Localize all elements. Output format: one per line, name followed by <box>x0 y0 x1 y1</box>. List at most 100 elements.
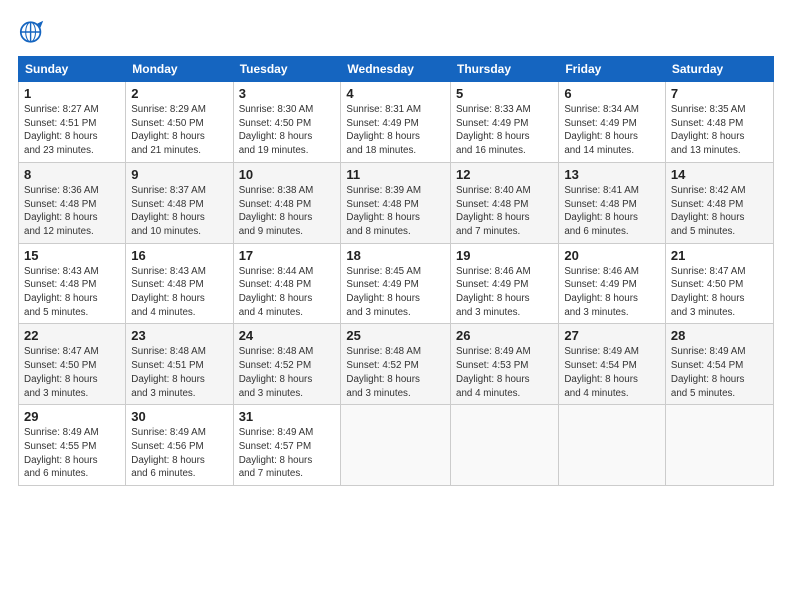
day-cell-13: 13 Sunrise: 8:41 AM Sunset: 4:48 PM Dayli… <box>559 162 666 243</box>
day-cell-4: 4 Sunrise: 8:31 AM Sunset: 4:49 PM Daylig… <box>341 82 451 163</box>
day-info: Sunrise: 8:49 AM Sunset: 4:53 PM Dayligh… <box>456 345 553 400</box>
day-number: 29 <box>24 409 120 424</box>
day-cell-20: 20 Sunrise: 8:46 AM Sunset: 4:49 PM Dayli… <box>559 243 666 324</box>
day-number: 1 <box>24 86 120 101</box>
day-info: Sunrise: 8:34 AM Sunset: 4:49 PM Dayligh… <box>564 103 660 158</box>
day-info: Sunrise: 8:35 AM Sunset: 4:48 PM Dayligh… <box>671 103 768 158</box>
header <box>18 18 774 46</box>
day-info: Sunrise: 8:48 AM Sunset: 4:52 PM Dayligh… <box>346 345 445 400</box>
day-number: 17 <box>239 248 336 263</box>
day-info: Sunrise: 8:42 AM Sunset: 4:48 PM Dayligh… <box>671 184 768 239</box>
weekday-tuesday: Tuesday <box>233 57 341 82</box>
day-number: 6 <box>564 86 660 101</box>
day-info: Sunrise: 8:46 AM Sunset: 4:49 PM Dayligh… <box>564 265 660 320</box>
day-number: 13 <box>564 167 660 182</box>
day-cell-17: 17Sunrise: 8:44 AM Sunset: 4:48 PM Dayli… <box>233 243 341 324</box>
day-number: 11 <box>346 167 445 182</box>
day-info: Sunrise: 8:33 AM Sunset: 4:49 PM Dayligh… <box>456 103 553 158</box>
day-info: Sunrise: 8:31 AM Sunset: 4:49 PM Dayligh… <box>346 103 445 158</box>
day-cell-5: 5 Sunrise: 8:33 AM Sunset: 4:49 PM Daylig… <box>451 82 559 163</box>
day-cell-26: 26 Sunrise: 8:49 AM Sunset: 4:53 PM Dayli… <box>451 324 559 405</box>
day-number: 23 <box>131 328 227 343</box>
week-row-4: 22 Sunrise: 8:47 AM Sunset: 4:50 PM Dayli… <box>19 324 774 405</box>
day-number: 10 <box>239 167 336 182</box>
day-cell-24: 24 Sunrise: 8:48 AM Sunset: 4:52 PM Dayli… <box>233 324 341 405</box>
day-info: Sunrise: 8:29 AM Sunset: 4:50 PM Dayligh… <box>131 103 227 158</box>
weekday-friday: Friday <box>559 57 666 82</box>
day-number: 20 <box>564 248 660 263</box>
day-cell-6: 6 Sunrise: 8:34 AM Sunset: 4:49 PM Daylig… <box>559 82 666 163</box>
day-cell-3: 3Sunrise: 8:30 AM Sunset: 4:50 PM Daylig… <box>233 82 341 163</box>
day-number: 30 <box>131 409 227 424</box>
day-info: Sunrise: 8:48 AM Sunset: 4:52 PM Dayligh… <box>239 345 336 400</box>
day-cell-31: 31 Sunrise: 8:49 AM Sunset: 4:57 PM Dayli… <box>233 405 341 486</box>
day-cell-29: 29 Sunrise: 8:49 AM Sunset: 4:55 PM Dayli… <box>19 405 126 486</box>
day-info: Sunrise: 8:40 AM Sunset: 4:48 PM Dayligh… <box>456 184 553 239</box>
day-number: 28 <box>671 328 768 343</box>
day-cell-2: 2Sunrise: 8:29 AM Sunset: 4:50 PM Daylig… <box>126 82 233 163</box>
day-info: Sunrise: 8:49 AM Sunset: 4:54 PM Dayligh… <box>671 345 768 400</box>
day-cell-14: 14 Sunrise: 8:42 AM Sunset: 4:48 PM Dayli… <box>665 162 773 243</box>
day-number: 12 <box>456 167 553 182</box>
day-cell-11: 11 Sunrise: 8:39 AM Sunset: 4:48 PM Dayli… <box>341 162 451 243</box>
week-row-3: 15 Sunrise: 8:43 AM Sunset: 4:48 PM Dayli… <box>19 243 774 324</box>
day-number: 7 <box>671 86 768 101</box>
empty-cell <box>341 405 451 486</box>
day-number: 14 <box>671 167 768 182</box>
calendar-table: SundayMondayTuesdayWednesdayThursdayFrid… <box>18 56 774 486</box>
day-info: Sunrise: 8:41 AM Sunset: 4:48 PM Dayligh… <box>564 184 660 239</box>
day-info: Sunrise: 8:47 AM Sunset: 4:50 PM Dayligh… <box>671 265 768 320</box>
day-info: Sunrise: 8:49 AM Sunset: 4:54 PM Dayligh… <box>564 345 660 400</box>
day-info: Sunrise: 8:49 AM Sunset: 4:56 PM Dayligh… <box>131 426 227 481</box>
page: SundayMondayTuesdayWednesdayThursdayFrid… <box>0 0 792 612</box>
day-number: 19 <box>456 248 553 263</box>
logo-icon <box>18 18 46 46</box>
day-number: 25 <box>346 328 445 343</box>
day-cell-23: 23 Sunrise: 8:48 AM Sunset: 4:51 PM Dayli… <box>126 324 233 405</box>
day-cell-10: 10 Sunrise: 8:38 AM Sunset: 4:48 PM Dayli… <box>233 162 341 243</box>
day-info: Sunrise: 8:39 AM Sunset: 4:48 PM Dayligh… <box>346 184 445 239</box>
day-cell-9: 9 Sunrise: 8:37 AM Sunset: 4:48 PM Daylig… <box>126 162 233 243</box>
day-cell-22: 22 Sunrise: 8:47 AM Sunset: 4:50 PM Dayli… <box>19 324 126 405</box>
day-info: Sunrise: 8:47 AM Sunset: 4:50 PM Dayligh… <box>24 345 120 400</box>
weekday-monday: Monday <box>126 57 233 82</box>
day-info: Sunrise: 8:30 AM Sunset: 4:50 PM Dayligh… <box>239 103 336 158</box>
day-cell-16: 16 Sunrise: 8:43 AM Sunset: 4:48 PM Dayli… <box>126 243 233 324</box>
day-cell-8: 8 Sunrise: 8:36 AM Sunset: 4:48 PM Daylig… <box>19 162 126 243</box>
day-cell-30: 30 Sunrise: 8:49 AM Sunset: 4:56 PM Dayli… <box>126 405 233 486</box>
day-number: 31 <box>239 409 336 424</box>
weekday-wednesday: Wednesday <box>341 57 451 82</box>
day-info: Sunrise: 8:43 AM Sunset: 4:48 PM Dayligh… <box>131 265 227 320</box>
day-info: Sunrise: 8:27 AM Sunset: 4:51 PM Dayligh… <box>24 103 120 158</box>
weekday-saturday: Saturday <box>665 57 773 82</box>
week-row-5: 29 Sunrise: 8:49 AM Sunset: 4:55 PM Dayli… <box>19 405 774 486</box>
day-cell-7: 7 Sunrise: 8:35 AM Sunset: 4:48 PM Daylig… <box>665 82 773 163</box>
day-info: Sunrise: 8:48 AM Sunset: 4:51 PM Dayligh… <box>131 345 227 400</box>
day-info: Sunrise: 8:38 AM Sunset: 4:48 PM Dayligh… <box>239 184 336 239</box>
day-number: 26 <box>456 328 553 343</box>
day-info: Sunrise: 8:49 AM Sunset: 4:57 PM Dayligh… <box>239 426 336 481</box>
day-number: 8 <box>24 167 120 182</box>
day-number: 9 <box>131 167 227 182</box>
day-info: Sunrise: 8:43 AM Sunset: 4:48 PM Dayligh… <box>24 265 120 320</box>
day-cell-12: 12 Sunrise: 8:40 AM Sunset: 4:48 PM Dayli… <box>451 162 559 243</box>
weekday-header-row: SundayMondayTuesdayWednesdayThursdayFrid… <box>19 57 774 82</box>
day-number: 27 <box>564 328 660 343</box>
day-info: Sunrise: 8:36 AM Sunset: 4:48 PM Dayligh… <box>24 184 120 239</box>
weekday-sunday: Sunday <box>19 57 126 82</box>
day-number: 15 <box>24 248 120 263</box>
day-info: Sunrise: 8:46 AM Sunset: 4:49 PM Dayligh… <box>456 265 553 320</box>
day-cell-1: 1 Sunrise: 8:27 AM Sunset: 4:51 PM Daylig… <box>19 82 126 163</box>
day-number: 4 <box>346 86 445 101</box>
day-number: 16 <box>131 248 227 263</box>
day-number: 22 <box>24 328 120 343</box>
day-number: 5 <box>456 86 553 101</box>
day-number: 24 <box>239 328 336 343</box>
day-info: Sunrise: 8:37 AM Sunset: 4:48 PM Dayligh… <box>131 184 227 239</box>
day-info: Sunrise: 8:45 AM Sunset: 4:49 PM Dayligh… <box>346 265 445 320</box>
day-number: 21 <box>671 248 768 263</box>
day-info: Sunrise: 8:49 AM Sunset: 4:55 PM Dayligh… <box>24 426 120 481</box>
empty-cell <box>665 405 773 486</box>
day-cell-19: 19 Sunrise: 8:46 AM Sunset: 4:49 PM Dayli… <box>451 243 559 324</box>
day-cell-18: 18Sunrise: 8:45 AM Sunset: 4:49 PM Dayli… <box>341 243 451 324</box>
